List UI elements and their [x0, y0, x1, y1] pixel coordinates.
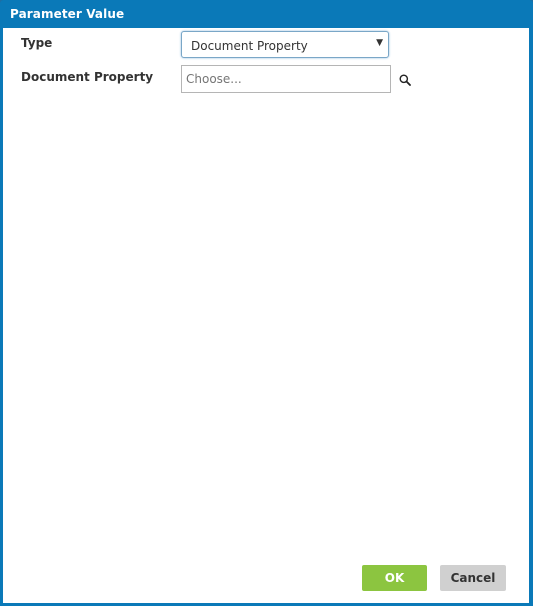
ok-button[interactable]: OK: [362, 565, 427, 591]
dialog-title: Parameter Value: [10, 7, 125, 21]
cancel-button[interactable]: Cancel: [440, 565, 506, 591]
dialog-content: Type Document Property ▼ Document Proper…: [3, 28, 529, 603]
type-select-value: Document Property: [191, 39, 308, 53]
type-label: Type: [21, 36, 53, 50]
document-property-input[interactable]: [181, 65, 391, 93]
caret-down-icon: ▼: [376, 38, 383, 48]
dialog-titlebar[interactable]: Parameter Value: [0, 0, 533, 28]
document-property-label: Document Property: [21, 70, 154, 84]
parameter-value-dialog: Parameter Value Type Document Property ▼…: [0, 0, 533, 606]
search-icon[interactable]: [399, 74, 411, 86]
type-select[interactable]: Document Property ▼: [181, 31, 389, 58]
